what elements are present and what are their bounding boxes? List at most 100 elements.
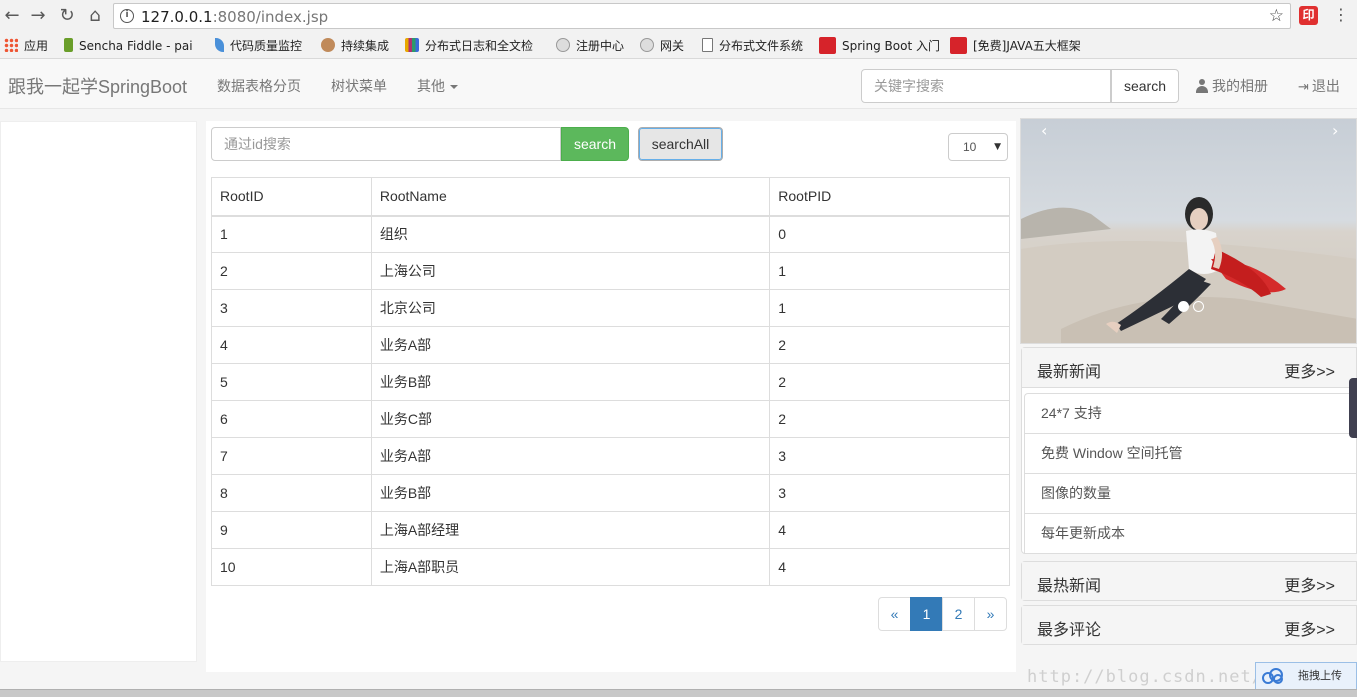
table-row[interactable]: 8 业务B部 3 [211,474,1010,512]
keyword-search-input[interactable] [861,69,1111,103]
image-carousel[interactable]: ‹ › [1020,118,1357,344]
horizontal-scrollbar[interactable] [0,689,1357,697]
cell-rootname: 北京公司 [370,289,771,327]
bookmark-item[interactable]: 网关 [640,37,684,55]
user-icon [1195,79,1209,93]
table-row[interactable]: 7 业务A部 3 [211,437,1010,475]
list-item[interactable]: 免费 Window 空间托管 [1024,433,1356,474]
column-header-rootname[interactable]: RootName [370,177,771,217]
page-size-value: 10 [963,140,977,154]
column-header-rootpid[interactable]: RootPID [769,177,1010,217]
list-item[interactable]: 24*7 支持 [1024,393,1356,434]
cloud-upload-icon [1262,668,1283,684]
latest-news-list: 24*7 支持 免费 Window 空间托管 图像的数量 每年更新成本 [1022,388,1356,554]
app-navbar: 跟我一起学SpringBoot 数据表格分页 树状菜单 其他 search 我的… [0,59,1357,109]
side-drawer-handle[interactable] [1349,378,1357,438]
sonar-icon [215,38,224,52]
cell-rootname: 上海A部职员 [370,548,771,586]
bookmark-item[interactable]: 代码质量监控 [215,37,302,55]
cell-rootpid: 2 [769,326,1010,364]
table-row[interactable]: 1 组织 0 [211,215,1010,253]
cell-rootpid: 0 [769,215,1010,253]
nav-link-tree-menu[interactable]: 树状菜单 [331,76,387,96]
csdn-icon [950,37,967,54]
bookmark-label: Sencha Fiddle - pai [79,39,193,53]
url-text[interactable]: 127.0.0.1:8080/index.jsp [141,8,328,26]
bookmark-label: [免费]JAVA五大框架 [973,39,1081,53]
table-row[interactable]: 4 业务A部 2 [211,326,1010,364]
table-row[interactable]: 10 上海A部职员 4 [211,548,1010,586]
bookmark-item[interactable]: Sencha Fiddle - pai [64,37,193,55]
cell-rootname: 上海公司 [370,252,771,290]
carousel-next-button[interactable]: › [1332,121,1338,140]
forward-arrow-icon[interactable]: → [28,6,48,26]
pagination-page-2[interactable]: 2 [942,597,975,631]
data-table: RootID RootName RootPID 1 组织 0 2 上海公司 1 3 北京公… [211,177,1010,586]
back-arrow-icon[interactable]: ← [2,6,22,26]
nav-dropdown-label: 其他 [417,78,445,94]
url-host: 127.0.0.1 [141,8,213,26]
bookmark-item[interactable]: [免费]JAVA五大框架 [950,37,1090,55]
most-comments-more-link[interactable]: 更多>> [1284,616,1335,640]
caret-down-icon [450,85,458,89]
list-item[interactable]: 图像的数量 [1024,473,1356,514]
pagination-prev[interactable]: « [878,597,911,631]
logout-label: 退出 [1311,78,1340,94]
carousel-indicator-1[interactable] [1178,301,1189,312]
latest-news-header: 最新新闻 更多>> [1022,348,1356,388]
bookmark-item[interactable]: 分布式文件系统 [702,37,803,55]
table-row[interactable]: 5 业务B部 2 [211,363,1010,401]
cell-rootpid: 1 [769,252,1010,290]
cell-rootid: 5 [211,363,372,401]
logout-link[interactable]: ⇥ 退出 [1298,76,1340,96]
browser-menu-icon[interactable]: ⋮ [1333,5,1349,24]
hot-news-header: 最热新闻 更多>> [1022,562,1356,600]
bookmark-item[interactable]: 注册中心 [556,37,624,55]
table-row[interactable]: 9 上海A部经理 4 [211,511,1010,549]
latest-news-more-link[interactable]: 更多>> [1284,358,1335,382]
jenkins-icon [321,38,335,52]
reload-icon[interactable]: ↻ [57,6,77,26]
nav-dropdown-other[interactable]: 其他 [417,76,458,96]
watermark-text: http://blog.csdn.net/qq [1027,667,1286,687]
carousel-photo [1021,119,1356,343]
my-album-link[interactable]: 我的相册 [1195,76,1268,96]
site-info-icon[interactable]: i [120,9,134,23]
table-row[interactable]: 3 北京公司 1 [211,289,1010,327]
hot-news-more-link[interactable]: 更多>> [1284,572,1335,596]
table-row[interactable]: 6 业务C部 2 [211,400,1010,438]
latest-news-panel: 最新新闻 更多>> 24*7 支持 免费 Window 空间托管 图像的数量 每… [1021,347,1357,554]
nav-link-table-paging[interactable]: 数据表格分页 [217,76,301,96]
cell-rootname: 业务B部 [370,474,771,512]
address-bar[interactable]: i 127.0.0.1:8080/index.jsp ☆ [113,3,1291,29]
table-header-row: RootID RootName RootPID [211,177,1010,217]
bookmark-label: 注册中心 [576,39,625,53]
search-all-button[interactable]: searchAll [638,127,723,161]
bookmark-item[interactable]: 持续集成 [321,37,389,55]
apps-grid-icon [4,38,18,52]
extension-icon[interactable]: 印 [1299,6,1318,25]
carousel-prev-button[interactable]: ‹ [1041,121,1047,140]
bookmark-item[interactable]: 分布式日志和全文检 [405,37,533,55]
pagination-next[interactable]: » [974,597,1007,631]
cell-rootid: 2 [211,252,372,290]
page-size-select[interactable]: 10 ▼ [948,133,1008,161]
drag-upload-badge[interactable]: 拖拽上传 [1255,662,1357,690]
csdn-icon [819,37,836,54]
pagination-page-1[interactable]: 1 [910,597,943,631]
id-search-button[interactable]: search [561,127,629,161]
navbar-brand[interactable]: 跟我一起学SpringBoot [8,73,187,99]
bookmark-apps[interactable]: 应用 [4,37,48,55]
bookmark-star-icon[interactable]: ☆ [1269,6,1284,26]
bookmark-label: 网关 [660,39,685,53]
id-search-input[interactable] [211,127,561,161]
keyword-search-button[interactable]: search [1111,69,1179,103]
list-item[interactable]: 每年更新成本 [1024,513,1356,554]
table-row[interactable]: 2 上海公司 1 [211,252,1010,290]
column-header-rootid[interactable]: RootID [211,177,372,217]
cell-rootname: 业务A部 [370,437,771,475]
bookmark-label: 持续集成 [341,39,390,53]
bookmark-item[interactable]: Spring Boot 入门 [819,37,940,55]
carousel-indicator-2[interactable] [1193,301,1204,312]
home-icon[interactable]: ⌂ [85,6,105,26]
